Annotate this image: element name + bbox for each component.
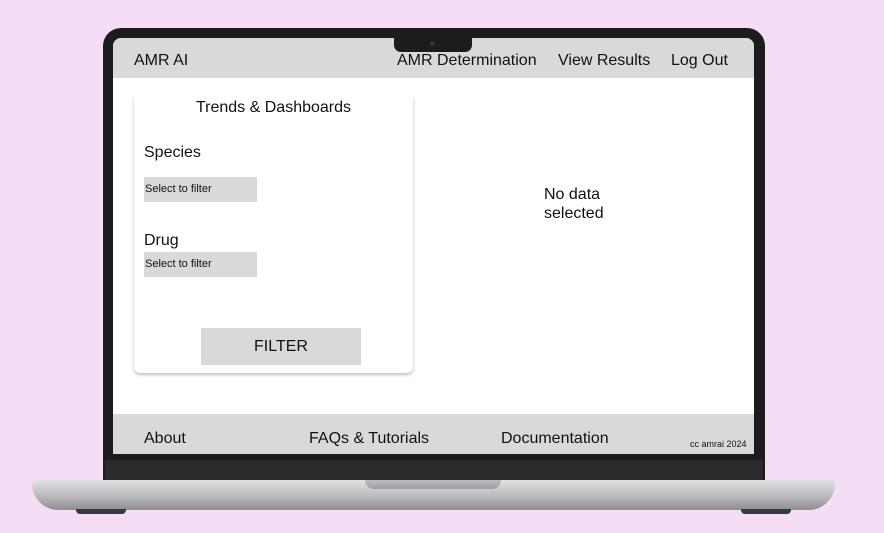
- laptop-foot-right: [741, 509, 791, 514]
- empty-state-line-1: No data: [544, 186, 601, 203]
- filter-panel: Trends & Dashboards Species Select to fi…: [134, 96, 413, 373]
- empty-state: No data selected: [544, 185, 634, 223]
- nav-view-results[interactable]: View Results: [558, 52, 650, 70]
- camera-notch: [394, 38, 472, 52]
- footer-documentation-link[interactable]: Documentation: [501, 430, 609, 448]
- laptop-foot-left: [76, 509, 126, 514]
- species-label: Species: [144, 144, 201, 161]
- nav-amr-determination[interactable]: AMR Determination: [397, 52, 537, 70]
- copyright-text: cc amrai 2024: [690, 439, 747, 449]
- nav-log-out[interactable]: Log Out: [671, 52, 728, 70]
- filter-button[interactable]: FILTER: [201, 328, 361, 365]
- drug-select[interactable]: Select to filter: [144, 252, 257, 277]
- panel-title: Trends & Dashboards: [195, 99, 352, 116]
- brand-logo[interactable]: AMR AI: [134, 52, 188, 70]
- laptop-hinge-notch: [365, 480, 501, 489]
- empty-state-line-2: selected: [544, 205, 604, 222]
- footer-bar: About FAQs & Tutorials Documentation cc …: [113, 414, 754, 454]
- laptop-bezel-bottom: [105, 460, 763, 480]
- app-screen: AMR AI AMR Determination View Results Lo…: [113, 38, 754, 454]
- footer-faqs-link[interactable]: FAQs & Tutorials: [309, 430, 429, 448]
- camera-icon: [430, 41, 435, 46]
- species-select[interactable]: Select to filter: [144, 177, 257, 202]
- footer-about-link[interactable]: About: [144, 430, 186, 448]
- drug-label: Drug: [144, 232, 179, 249]
